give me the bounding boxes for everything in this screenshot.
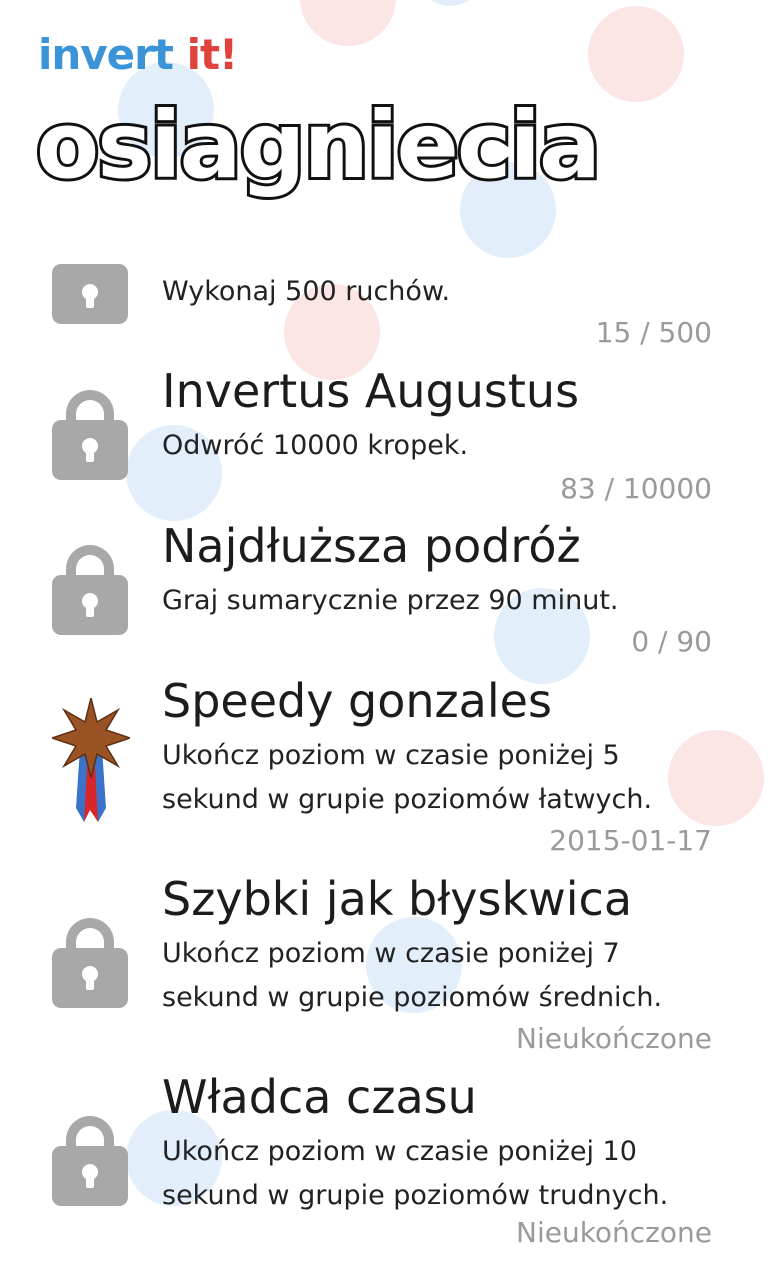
achievement-title: Szybki jak błyskwica bbox=[162, 872, 633, 926]
achievement-progress: 15 / 500 bbox=[595, 316, 712, 349]
achievement-description: Ukończ poziom w czasie poniżej 5 sekund … bbox=[162, 740, 653, 815]
page-title: osiagniecia bbox=[33, 92, 604, 199]
lock-icon bbox=[52, 240, 130, 330]
lock-icon bbox=[52, 910, 130, 1010]
achievement-description: Ukończ poziom w czasie poniżej 10 sekund… bbox=[162, 1136, 669, 1211]
achievement-progress: 0 / 90 bbox=[631, 625, 712, 658]
bronze-medal-icon bbox=[49, 697, 133, 828]
achievement-item[interactable]: Władca czasu Ukończ poziom w czasie poni… bbox=[0, 1068, 768, 1263]
lock-icon bbox=[52, 382, 130, 482]
achievement-title: Speedy gonzales bbox=[162, 674, 552, 728]
achievement-item[interactable]: Najdłuższa podróż Graj sumarycznie przez… bbox=[0, 515, 768, 670]
app-logo: invert it! bbox=[38, 30, 239, 79]
achievement-progress: 83 / 10000 bbox=[560, 472, 712, 505]
achievement-progress: Nieukończone bbox=[516, 1216, 712, 1249]
achievement-progress: Nieukończone bbox=[516, 1022, 712, 1055]
achievement-item[interactable]: Invertus Augustus Odwróć 10000 kropek. 8… bbox=[0, 360, 768, 510]
achievement-item[interactable]: Wykonaj 500 ruchów. 15 / 500 bbox=[0, 240, 768, 360]
achievement-description: Graj sumarycznie przez 90 minut. bbox=[162, 585, 619, 616]
lock-icon bbox=[52, 1108, 130, 1208]
achievement-title: Invertus Augustus bbox=[162, 364, 580, 418]
achievement-title: Władca czasu bbox=[162, 1070, 477, 1124]
achievement-description: Odwróć 10000 kropek. bbox=[162, 430, 469, 461]
achievement-title: Najdłuższa podróż bbox=[162, 519, 581, 573]
achievement-description: Wykonaj 500 ruchów. bbox=[162, 276, 451, 307]
logo-word-it: it! bbox=[186, 30, 239, 79]
achievement-description: Ukończ poziom w czasie poniżej 7 sekund … bbox=[162, 938, 663, 1013]
lock-icon bbox=[52, 537, 130, 637]
logo-word-invert: invert bbox=[38, 30, 174, 79]
achievement-item[interactable]: Speedy gonzales Ukończ poziom w czasie p… bbox=[0, 672, 768, 867]
achievement-date: 2015-01-17 bbox=[549, 824, 712, 857]
achievement-item[interactable]: Szybki jak błyskwica Ukończ poziom w cza… bbox=[0, 870, 768, 1065]
